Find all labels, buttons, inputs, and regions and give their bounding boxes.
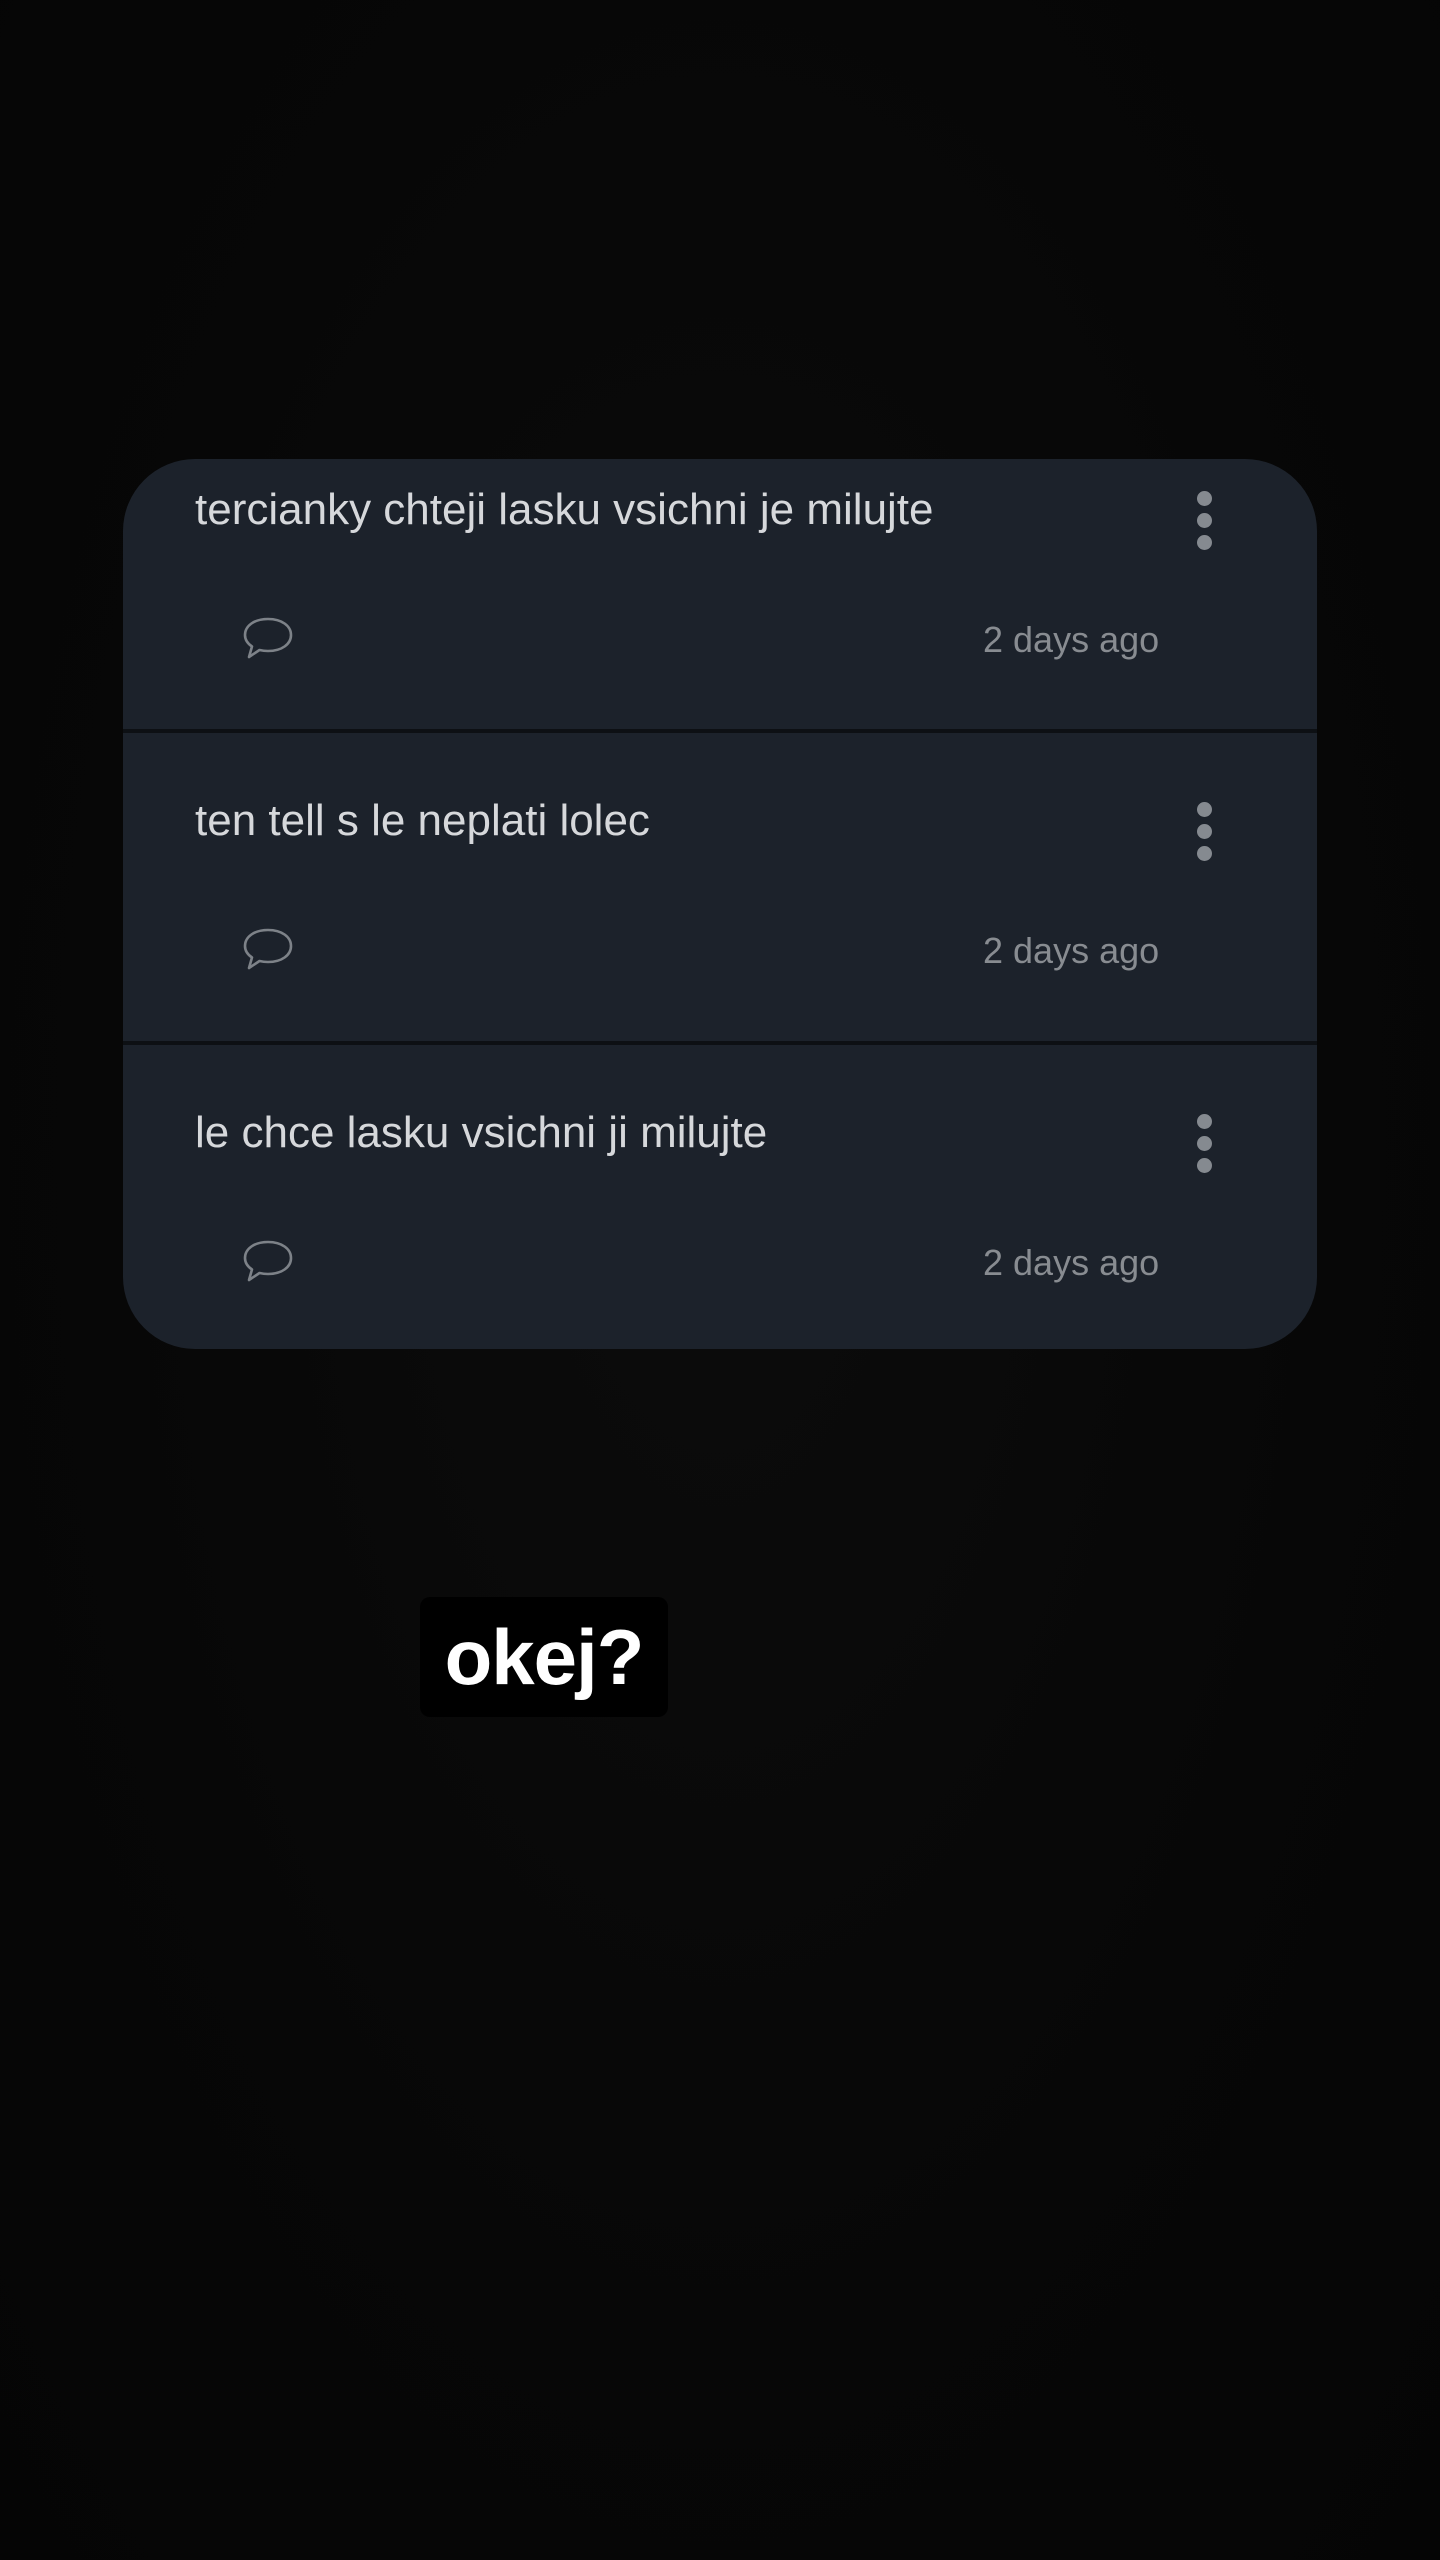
comment-button[interactable]: [240, 924, 296, 974]
comment-button[interactable]: [240, 613, 296, 663]
post-text: le chce lasku vsichni ji milujte: [195, 1108, 768, 1157]
post-item[interactable]: ten tell s le neplati lolec 2 days ago: [123, 733, 1317, 1043]
more-vertical-icon: [1196, 490, 1212, 506]
more-vertical-icon-dot: [1196, 823, 1212, 839]
caption-sticker: okej?: [420, 1597, 668, 1717]
post-item[interactable]: le chce lasku vsichni ji milujte 2 days …: [123, 1045, 1317, 1349]
post-text: tercianky chteji lasku vsichni je milujt…: [195, 485, 934, 534]
post-timestamp: 2 days ago: [983, 1242, 1160, 1283]
post-item[interactable]: tercianky chteji lasku vsichni je milujt…: [123, 459, 1317, 769]
more-vertical-icon-dot: [1196, 534, 1212, 550]
post-timestamp: 2 days ago: [983, 930, 1160, 971]
more-options-button[interactable]: [1184, 791, 1224, 871]
more-vertical-icon: [1196, 1113, 1212, 1129]
more-vertical-icon-dot: [1196, 1157, 1212, 1173]
more-vertical-icon-dot: [1196, 1135, 1212, 1151]
more-options-button[interactable]: [1184, 480, 1224, 560]
more-options-button[interactable]: [1184, 1103, 1224, 1183]
post-text: ten tell s le neplati lolec: [195, 796, 650, 845]
speech-bubble-icon: [243, 617, 293, 659]
comment-button[interactable]: [240, 1236, 296, 1286]
speech-bubble-icon: [243, 928, 293, 970]
speech-bubble-icon: [243, 1240, 293, 1282]
more-vertical-icon-dot: [1196, 845, 1212, 861]
more-vertical-icon-dot: [1196, 512, 1212, 528]
story-screen: tercianky chteji lasku vsichni je milujt…: [0, 0, 1440, 2560]
posts-card: tercianky chteji lasku vsichni je milujt…: [123, 459, 1317, 1349]
caption-text: okej?: [444, 1612, 645, 1701]
post-timestamp: 2 days ago: [983, 619, 1160, 660]
more-vertical-icon: [1196, 801, 1212, 817]
